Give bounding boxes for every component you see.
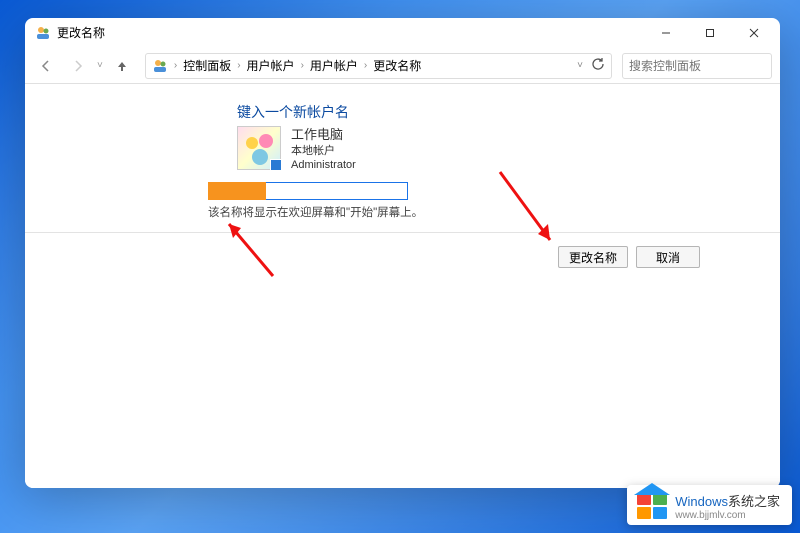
redaction-block (208, 182, 266, 200)
page-heading: 键入一个新帐户名 (237, 102, 349, 122)
search-input[interactable] (629, 59, 780, 73)
forward-button[interactable] (65, 53, 91, 79)
recent-chevron-icon[interactable]: ˅ (97, 60, 103, 71)
account-avatar (237, 126, 281, 170)
chevron-right-icon: › (172, 60, 179, 71)
account-summary: 工作电脑 本地帐户 Administrator (237, 126, 356, 173)
breadcrumb-item[interactable]: 用户帐户 (247, 57, 295, 74)
account-name-input[interactable] (266, 182, 408, 200)
cancel-button[interactable]: 取消 (636, 246, 700, 268)
name-input-row (208, 182, 408, 200)
control-panel-window: 更改名称 ˅ › 控制面板 (25, 18, 780, 488)
action-buttons: 更改名称 取消 (558, 246, 700, 268)
breadcrumb-item[interactable]: 用户帐户 (310, 57, 358, 74)
chevron-down-icon[interactable]: ˅ (577, 60, 583, 71)
breadcrumb[interactable]: › 控制面板 › 用户帐户 › 用户帐户 › 更改名称 ˅ (145, 53, 612, 79)
close-button[interactable] (732, 19, 776, 47)
chevron-right-icon: › (362, 60, 369, 71)
user-accounts-icon (35, 25, 51, 41)
search-box[interactable] (622, 53, 772, 79)
divider (25, 232, 780, 233)
watermark: Windows系统之家 www.bjjmlv.com (627, 485, 792, 525)
window-controls (644, 19, 776, 47)
chevron-right-icon: › (299, 60, 306, 71)
shield-badge-icon (270, 159, 282, 171)
navbar: ˅ › 控制面板 › 用户帐户 › 用户帐户 › 更改名称 ˅ (25, 48, 780, 84)
control-panel-icon (152, 58, 168, 74)
maximize-button[interactable] (688, 19, 732, 47)
account-name: 工作电脑 (291, 126, 356, 144)
account-role: Administrator (291, 158, 356, 173)
breadcrumb-item[interactable]: 更改名称 (373, 57, 421, 74)
back-button[interactable] (33, 53, 59, 79)
watermark-text: Windows系统之家 www.bjjmlv.com (675, 491, 780, 521)
minimize-button[interactable] (644, 19, 688, 47)
window-title: 更改名称 (57, 24, 105, 41)
account-type: 本地帐户 (291, 144, 356, 159)
helper-text: 该名称将显示在欢迎屏幕和"开始"屏幕上。 (208, 204, 423, 220)
titlebar: 更改名称 (25, 18, 780, 48)
up-button[interactable] (109, 53, 135, 79)
watermark-brand-cn: 系统之家 (728, 494, 780, 509)
watermark-url: www.bjjmlv.com (675, 510, 780, 521)
account-text: 工作电脑 本地帐户 Administrator (291, 126, 356, 173)
refresh-icon[interactable] (591, 57, 605, 74)
annotation-arrow-left (215, 214, 285, 284)
chevron-right-icon: › (235, 60, 242, 71)
breadcrumb-item[interactable]: 控制面板 (183, 57, 231, 74)
watermark-logo-icon (637, 493, 667, 519)
change-name-button[interactable]: 更改名称 (558, 246, 628, 268)
content-area: 键入一个新帐户名 工作电脑 本地帐户 Administrator 该名称将显示在… (25, 84, 780, 488)
annotation-arrow-right (480, 162, 570, 252)
watermark-brand-en: Windows (675, 494, 728, 509)
